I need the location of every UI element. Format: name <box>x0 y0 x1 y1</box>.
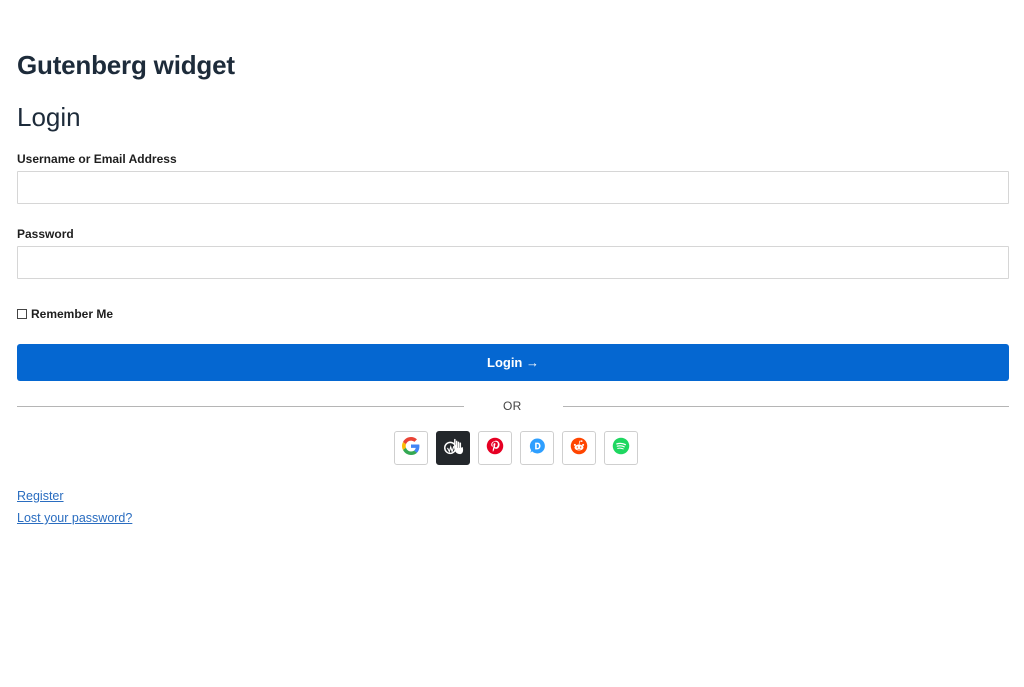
remember-me-checkbox[interactable] <box>17 309 27 319</box>
wordpress-login-button[interactable] <box>436 431 470 465</box>
username-input[interactable] <box>17 171 1009 204</box>
disqus-icon <box>528 437 546 460</box>
remember-me-label: Remember Me <box>31 307 114 321</box>
wordpress-icon <box>442 435 464 462</box>
login-button[interactable]: Login → <box>17 344 1009 381</box>
remember-me-row[interactable]: Remember Me <box>17 307 113 321</box>
or-text: OR <box>503 399 522 413</box>
lost-password-link[interactable]: Lost your password? <box>17 507 132 529</box>
password-label: Password <box>17 227 74 241</box>
login-title: Login <box>17 102 81 132</box>
social-login-buttons <box>394 431 638 465</box>
or-divider: OR <box>17 398 1009 416</box>
widget-title: Gutenberg widget <box>17 50 235 80</box>
username-label: Username or Email Address <box>17 152 177 166</box>
reddit-login-button[interactable] <box>562 431 596 465</box>
pinterest-login-button[interactable] <box>478 431 512 465</box>
google-icon <box>402 436 420 460</box>
reddit-icon <box>570 437 588 460</box>
pinterest-icon <box>486 437 504 460</box>
divider-line-right <box>563 406 1009 407</box>
password-input[interactable] <box>17 246 1009 279</box>
register-link[interactable]: Register <box>17 485 132 507</box>
spotify-icon <box>612 437 630 460</box>
disqus-login-button[interactable] <box>520 431 554 465</box>
google-login-button[interactable] <box>394 431 428 465</box>
spotify-login-button[interactable] <box>604 431 638 465</box>
account-links: Register Lost your password? <box>17 485 132 529</box>
divider-line-left <box>17 406 464 407</box>
